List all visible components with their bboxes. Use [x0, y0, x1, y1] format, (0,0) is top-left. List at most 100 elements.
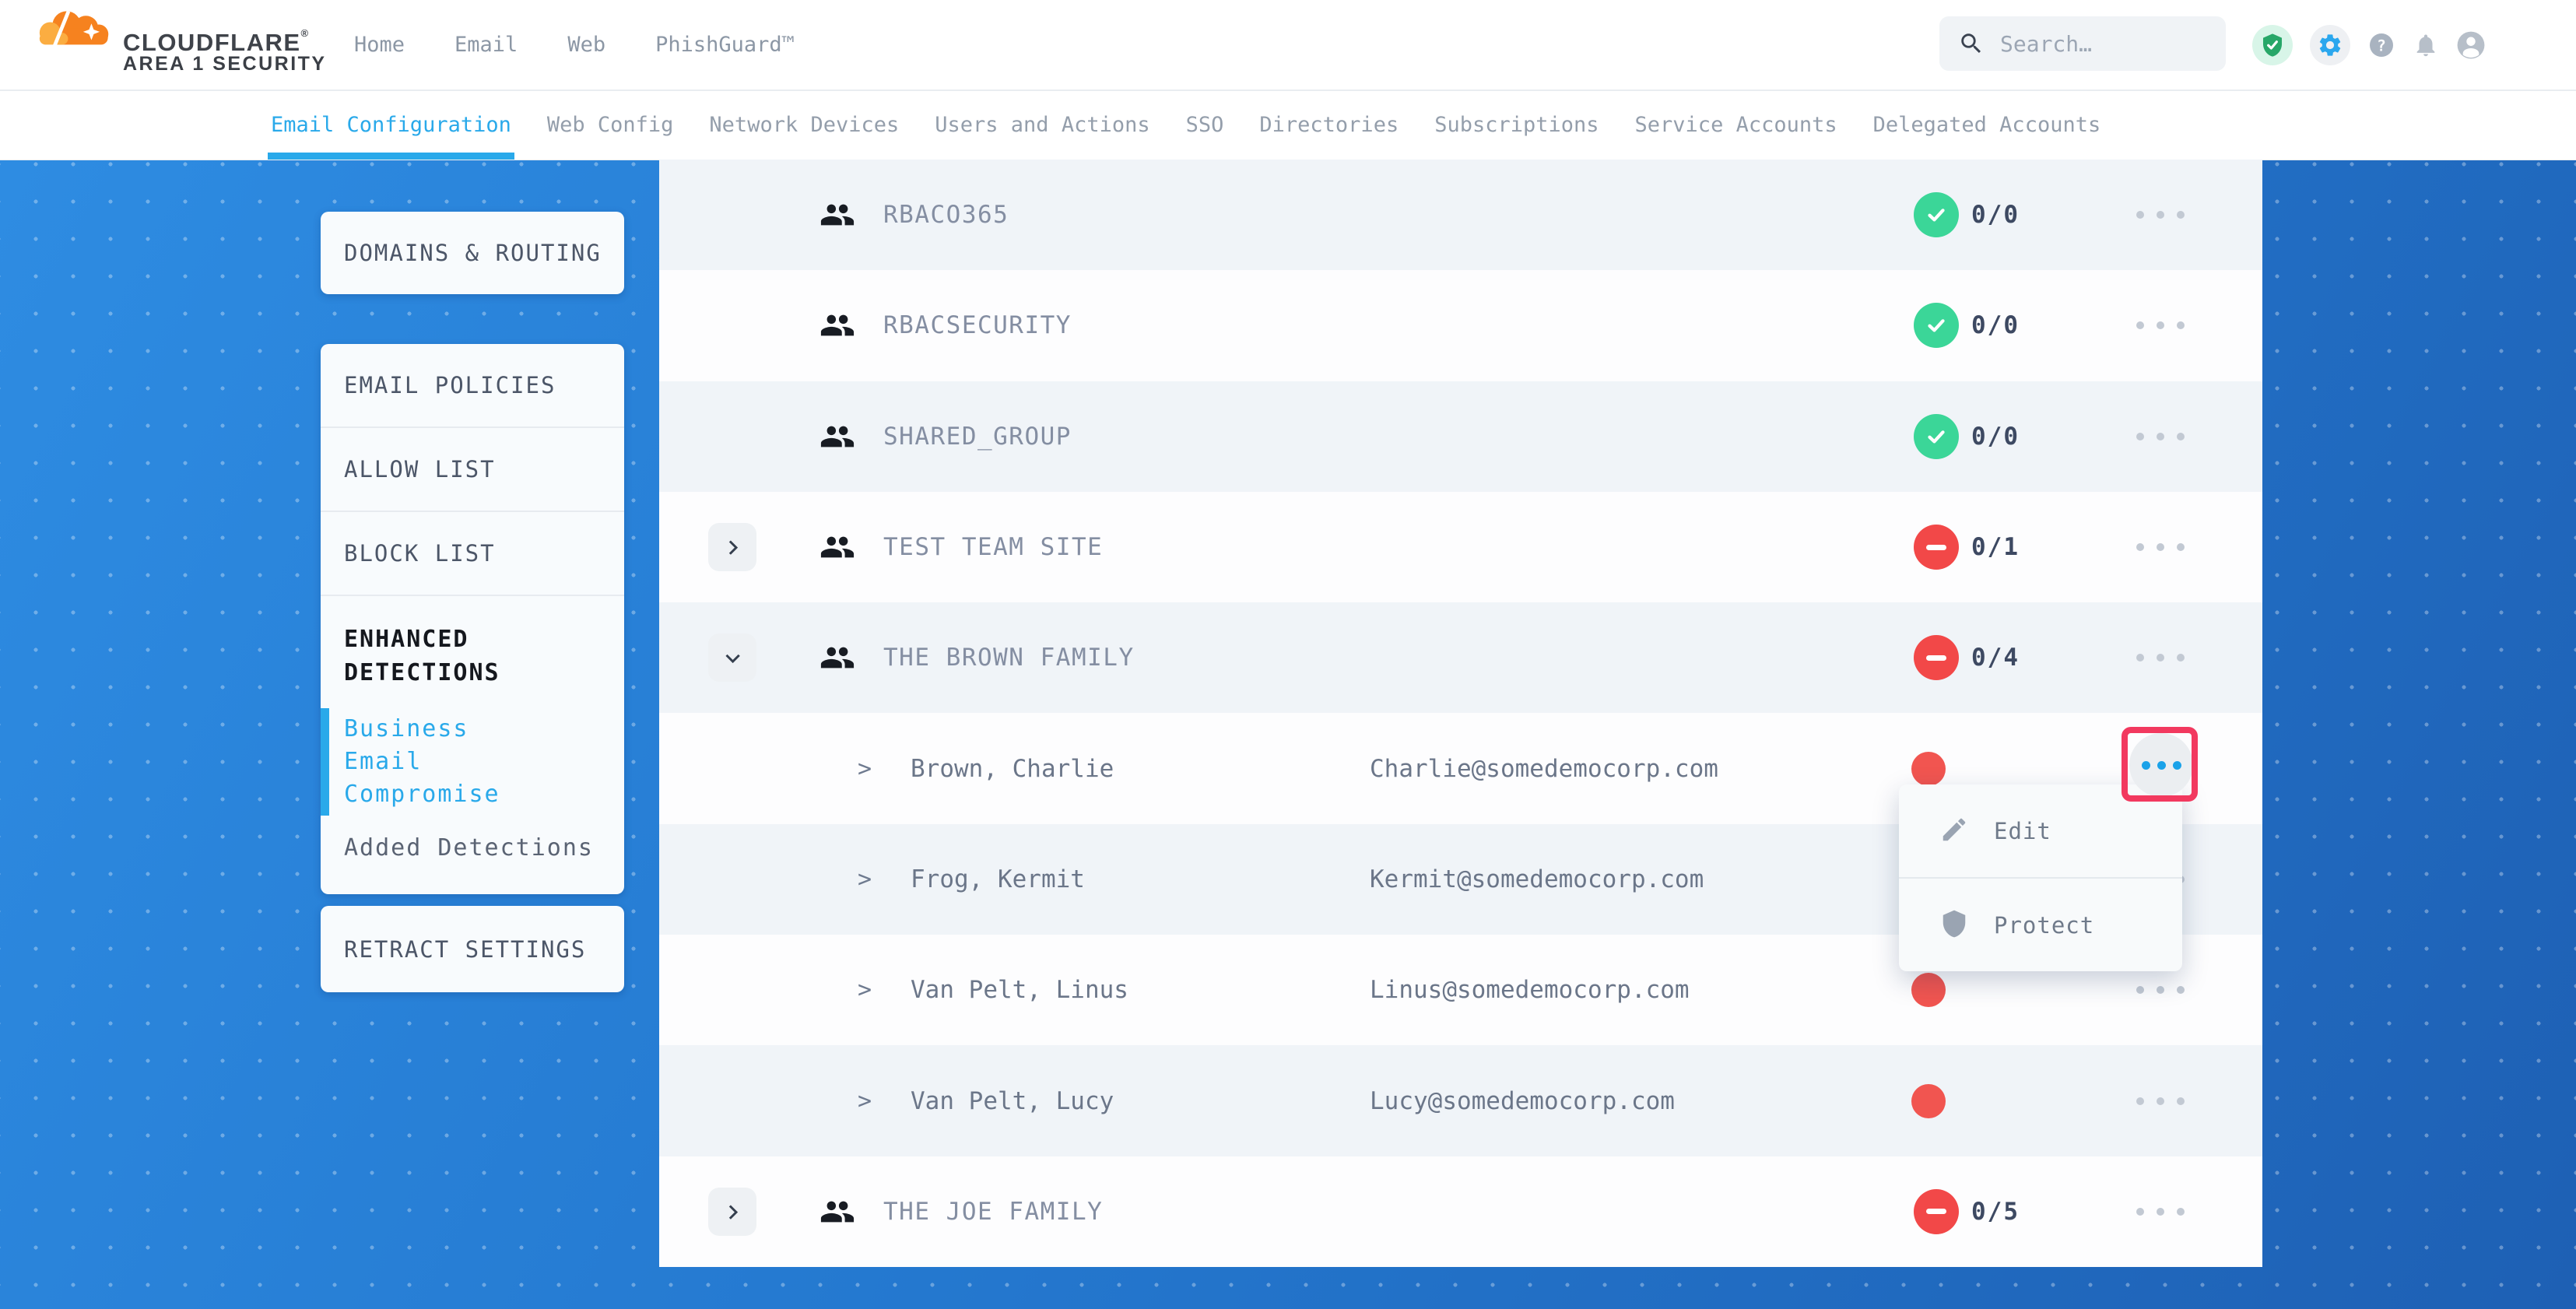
page: CLOUDFLARE® AREA 1 SECURITY Home Email Web…: [0, 0, 2576, 1309]
click-highlight-annotation: [2122, 727, 2198, 802]
sidebar-item-domains-routing[interactable]: DOMAINS & ROUTING: [321, 212, 624, 294]
avatar-icon[interactable]: [2456, 30, 2486, 60]
menu-item-protect[interactable]: Protect: [1899, 877, 2182, 971]
search-box[interactable]: [1939, 16, 2226, 71]
cloudflare-logo[interactable]: CLOUDFLARE® AREA 1 SECURITY: [33, 2, 360, 87]
sidebar-card-domains-routing: DOMAINS & ROUTING: [321, 212, 624, 294]
tab-directories[interactable]: Directories: [1259, 89, 1399, 160]
status-dot: [1911, 973, 1946, 1007]
table-row-member: > Van Pelt, Lucy Lucy@somedemocorp.com: [659, 1045, 2262, 1156]
tab-sso[interactable]: SSO: [1186, 89, 1224, 160]
status-dot: [1911, 1084, 1946, 1118]
row-actions-button[interactable]: [2136, 321, 2185, 329]
protected-count: 0/0: [1971, 311, 2020, 339]
tab-delegated-accounts[interactable]: Delegated Accounts: [1873, 89, 2101, 160]
row-actions-button[interactable]: [2136, 433, 2185, 440]
row-expand-button[interactable]: [708, 523, 756, 571]
sidebar-item-enhanced-detections[interactable]: ENHANCED DETECTIONS: [321, 596, 557, 690]
sidebar-item-email-policies[interactable]: EMAIL POLICIES: [321, 344, 624, 428]
tab-email-configuration[interactable]: Email Configuration: [271, 89, 511, 160]
row-actions-button[interactable]: [2136, 654, 2185, 662]
nav-home[interactable]: Home: [354, 33, 405, 57]
member-caret-icon[interactable]: >: [858, 865, 872, 893]
tab-service-accounts[interactable]: Service Accounts: [1635, 89, 1837, 160]
brand-subtitle: AREA 1 SECURITY: [123, 53, 327, 75]
status-badge-ok: [1914, 192, 1959, 237]
member-name: Frog, Kermit: [911, 865, 1085, 893]
member-name: Brown, Charlie: [911, 755, 1114, 783]
member-caret-icon[interactable]: >: [858, 977, 872, 1004]
member-caret-icon[interactable]: >: [858, 755, 872, 782]
table-row-group: SHARED_GROUP 0/0: [659, 381, 2262, 492]
member-caret-icon[interactable]: >: [858, 1087, 872, 1114]
header-action-icons: ?: [2252, 0, 2486, 89]
top-navigation: Home Email Web PhishGuard™: [354, 0, 795, 89]
sidebar-item-block-list[interactable]: BLOCK LIST: [321, 512, 624, 596]
group-name: THE BROWN FAMILY: [883, 644, 1135, 672]
group-icon: [819, 529, 855, 565]
section-tabs: Email Configuration Web Config Network Dev…: [271, 89, 2100, 160]
gear-icon[interactable]: [2310, 25, 2350, 65]
group-icon: [819, 307, 855, 343]
tab-users-and-actions[interactable]: Users and Actions: [935, 89, 1149, 160]
status-badge-ok: [1914, 414, 1959, 459]
sidebar-item-retract-settings[interactable]: RETRACT SETTINGS: [321, 906, 624, 992]
tab-web-config[interactable]: Web Config: [547, 89, 674, 160]
protected-count: 0/5: [1971, 1198, 2020, 1226]
row-actions-button[interactable]: [2136, 986, 2185, 994]
table-row-group: THE JOE FAMILY 0/5: [659, 1156, 2262, 1267]
group-name: SHARED_GROUP: [883, 423, 1072, 451]
protected-count: 0/1: [1971, 533, 2020, 561]
group-icon: [819, 1194, 855, 1230]
status-badge-blocked: [1914, 525, 1959, 570]
nav-email[interactable]: Email: [454, 33, 518, 57]
group-icon: [819, 419, 855, 454]
group-name: RBACO365: [883, 201, 1009, 229]
search-icon: [1958, 30, 1985, 57]
sidebar-card-retract-settings: RETRACT SETTINGS: [321, 906, 624, 992]
help-icon[interactable]: ?: [2367, 31, 2395, 59]
row-actions-button[interactable]: [2136, 1097, 2185, 1105]
svg-text:?: ?: [2377, 37, 2386, 54]
row-expand-button[interactable]: [708, 1188, 756, 1236]
shield-icon: [1939, 909, 1969, 942]
group-icon: [819, 197, 855, 233]
row-actions-button[interactable]: [2136, 1208, 2185, 1216]
groups-table: RBACO365 0/0 RBACSECURITY 0/0 SHARED_GRO…: [659, 160, 2262, 1267]
row-collapse-button[interactable]: [708, 633, 756, 682]
member-email: Kermit@somedemocorp.com: [1370, 865, 1704, 893]
group-name: RBACSECURITY: [883, 311, 1072, 339]
member-email: Lucy@somedemocorp.com: [1370, 1087, 1675, 1115]
nav-web[interactable]: Web: [567, 33, 605, 57]
row-actions-button[interactable]: [2136, 211, 2185, 219]
status-badge-blocked: [1914, 1189, 1959, 1234]
bell-icon[interactable]: [2413, 32, 2439, 58]
search-input[interactable]: [1999, 30, 2212, 58]
group-name: TEST TEAM SITE: [883, 533, 1103, 561]
pencil-icon: [1939, 815, 1969, 848]
nav-phishguard[interactable]: PhishGuard™: [655, 33, 795, 57]
status-dot: [1911, 752, 1946, 786]
tab-network-devices[interactable]: Network Devices: [709, 89, 899, 160]
sidebar-item-allow-list[interactable]: ALLOW LIST: [321, 428, 624, 512]
member-name: Van Pelt, Linus: [911, 976, 1128, 1004]
table-row-group: RBACSECURITY 0/0: [659, 270, 2262, 381]
sidebar-item-added-detections[interactable]: Added Detections: [321, 834, 624, 894]
cloudflare-cloud-icon: [33, 5, 120, 50]
app-header: CLOUDFLARE® AREA 1 SECURITY Home Email Web…: [0, 0, 2576, 91]
member-email: Linus@somedemocorp.com: [1370, 976, 1690, 1004]
protected-count: 0/0: [1971, 423, 2020, 451]
row-actions-button[interactable]: [2136, 543, 2185, 551]
protected-count: 0/0: [1971, 201, 2020, 229]
protected-count: 0/4: [1971, 644, 2020, 672]
sidebar-card-email-policies: EMAIL POLICIESALLOW LISTBLOCK LISTENHANC…: [321, 344, 624, 894]
sidebar-item-business-email-compromise[interactable]: Business Email Compromise: [321, 713, 531, 811]
member-name: Van Pelt, Lucy: [911, 1087, 1114, 1115]
row-context-menu: Edit Protect: [1899, 784, 2182, 971]
table-row-group: THE BROWN FAMILY 0/4: [659, 602, 2262, 713]
tab-subscriptions[interactable]: Subscriptions: [1434, 89, 1599, 160]
table-row-group: TEST TEAM SITE 0/1: [659, 492, 2262, 602]
shield-check-icon[interactable]: [2252, 25, 2293, 65]
table-row-group: RBACO365 0/0: [659, 160, 2262, 270]
group-icon: [819, 640, 855, 676]
